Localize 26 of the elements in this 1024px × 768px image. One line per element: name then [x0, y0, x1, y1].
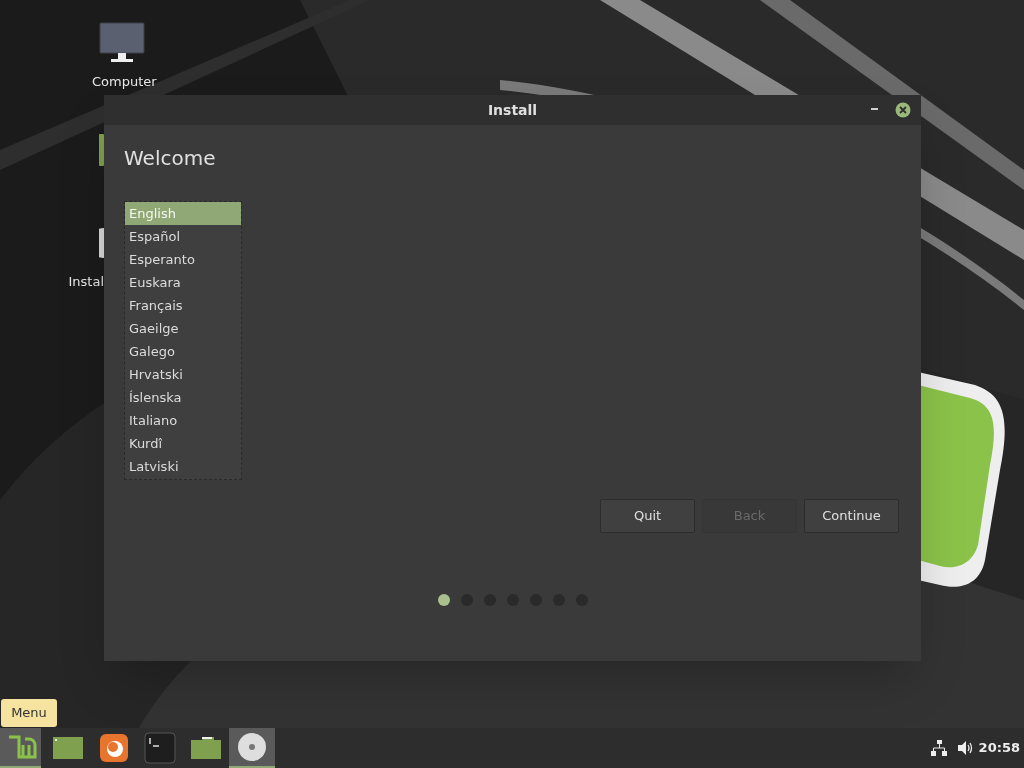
window-title: Install — [487, 100, 538, 120]
dialog-button[interactable]: Quit — [600, 499, 695, 533]
language-item[interactable]: Euskara — [125, 271, 241, 294]
language-item[interactable]: Hrvatski — [125, 363, 241, 386]
language-item[interactable]: Kurdî — [125, 432, 241, 455]
dialog-button[interactable]: Continue — [804, 499, 899, 533]
desktop-icon-label[interactable]: Instal — [68, 272, 104, 292]
menu-tooltip: Menu — [1, 699, 57, 727]
language-item[interactable]: Galego — [125, 340, 241, 363]
clock[interactable]: 20:58 — [976, 738, 1024, 758]
language-item[interactable]: Gaeilge — [125, 317, 241, 340]
desktop-icon-label[interactable]: Computer — [92, 72, 157, 92]
browser-icon — [98, 732, 130, 764]
page-heading: Welcome — [124, 146, 217, 170]
monitor-icon[interactable] — [99, 22, 145, 64]
language-item[interactable]: Español — [125, 225, 241, 248]
language-list[interactable]: English Español Esperanto Euskara Français Gaeilge Galego Hrvatski Íslenska Italiano Kurdî Latviski — [124, 201, 242, 480]
volume-icon[interactable] — [956, 740, 973, 756]
network-icon[interactable] — [930, 740, 947, 756]
language-item[interactable]: Italiano — [125, 409, 241, 432]
language-item[interactable]: Latviski — [125, 455, 241, 478]
language-item[interactable]: Esperanto — [125, 248, 241, 271]
language-item[interactable]: Français — [125, 294, 241, 317]
terminal-icon — [144, 732, 176, 764]
close-icon[interactable] — [895, 102, 911, 118]
language-item[interactable]: Íslenska — [125, 386, 241, 409]
